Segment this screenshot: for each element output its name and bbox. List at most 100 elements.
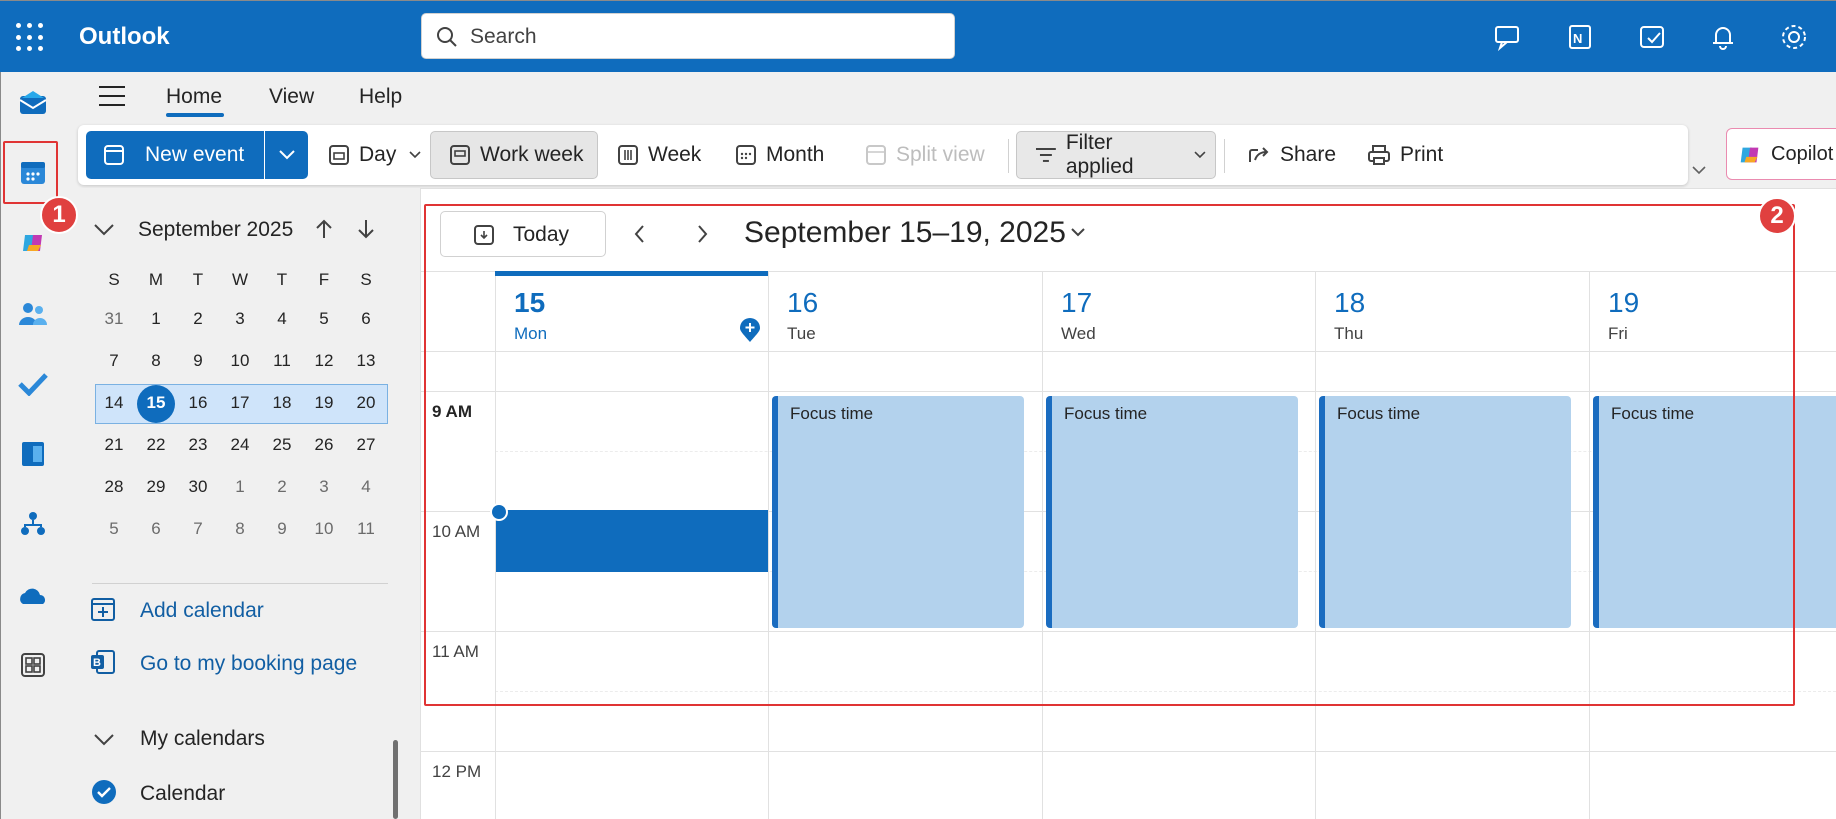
- left-pane-scrollbar[interactable]: [393, 740, 398, 819]
- week-view-icon: [618, 145, 638, 165]
- my-day-icon[interactable]: [1636, 21, 1668, 53]
- mini-calendar-day[interactable]: 9: [261, 508, 303, 550]
- mini-calendar-day[interactable]: 14: [93, 382, 135, 424]
- new-event-dropdown-button[interactable]: [264, 131, 308, 179]
- mini-calendar-day[interactable]: 20: [345, 382, 387, 424]
- new-event-label: New event: [145, 143, 245, 166]
- calendar-list-item[interactable]: Calendar: [140, 782, 225, 806]
- weekday-label: W: [231, 270, 249, 289]
- mini-calendar-day[interactable]: 23: [177, 424, 219, 466]
- tab-home[interactable]: Home: [166, 85, 222, 109]
- mini-calendar-day[interactable]: 1: [219, 466, 261, 508]
- mini-calendar-day[interactable]: 18: [261, 382, 303, 424]
- mini-calendar-day[interactable]: 29: [135, 466, 177, 508]
- org-explorer-icon[interactable]: [13, 504, 53, 544]
- weekday-label: T: [192, 270, 204, 289]
- chevron-down-icon: [409, 151, 421, 159]
- mini-calendar-day[interactable]: 4: [261, 298, 303, 340]
- mini-calendar-day[interactable]: 5: [93, 508, 135, 550]
- work-week-view-button[interactable]: Work week: [430, 131, 598, 179]
- mini-calendar-day[interactable]: 11: [261, 340, 303, 382]
- mini-calendar-day[interactable]: 12: [303, 340, 345, 382]
- mini-calendar-day[interactable]: 30: [177, 466, 219, 508]
- mini-calendar-day[interactable]: 8: [135, 340, 177, 382]
- mini-calendar-day[interactable]: 26: [303, 424, 345, 466]
- tab-view[interactable]: View: [269, 85, 314, 109]
- search-icon: [437, 27, 457, 47]
- mini-calendar-day[interactable]: 3: [219, 298, 261, 340]
- mini-calendar-day[interactable]: 19: [303, 382, 345, 424]
- more-apps-icon[interactable]: [13, 645, 53, 685]
- day-view-icon: [329, 145, 349, 165]
- day-view-button[interactable]: Day: [328, 131, 431, 179]
- mini-calendar-day[interactable]: 2: [261, 466, 303, 508]
- mini-calendar-day[interactable]: 31: [93, 298, 135, 340]
- print-button[interactable]: Print: [1367, 131, 1443, 179]
- arrow-down-icon[interactable]: [356, 218, 376, 240]
- month-view-button[interactable]: Month: [735, 131, 824, 179]
- share-button[interactable]: Share: [1247, 131, 1336, 179]
- mini-calendar-day[interactable]: 4: [345, 466, 387, 508]
- mini-calendar-day[interactable]: 16: [177, 382, 219, 424]
- split-view-icon: [866, 145, 886, 165]
- toolbar-divider: [1008, 139, 1009, 173]
- week-view-button[interactable]: Week: [617, 131, 701, 179]
- people-icon[interactable]: [13, 294, 53, 334]
- collapse-chevron-icon[interactable]: [93, 731, 115, 747]
- mini-calendar-day[interactable]: 25: [261, 424, 303, 466]
- search-box[interactable]: Search: [421, 13, 955, 59]
- mini-calendar-day[interactable]: 7: [177, 508, 219, 550]
- tab-help[interactable]: Help: [359, 85, 402, 109]
- svg-text:N: N: [1573, 31, 1582, 46]
- checkmark-circle-icon[interactable]: [91, 779, 117, 805]
- share-label: Share: [1280, 143, 1337, 166]
- mini-calendar-day[interactable]: 13: [345, 340, 387, 382]
- mini-calendar-day[interactable]: 10: [219, 340, 261, 382]
- top-bar: Outlook Search N: [0, 0, 1836, 72]
- calendar-add-icon: [104, 145, 124, 165]
- mini-calendar-day[interactable]: 6: [345, 298, 387, 340]
- collapse-chevron-icon[interactable]: [93, 221, 115, 237]
- chat-icon[interactable]: [1492, 21, 1524, 53]
- mini-calendar-day[interactable]: 22: [135, 424, 177, 466]
- day-view-label: Day: [359, 143, 397, 166]
- filter-button[interactable]: Filter applied: [1016, 131, 1216, 179]
- mini-calendar-day[interactable]: 1: [135, 298, 177, 340]
- mini-calendar-day[interactable]: 2: [177, 298, 219, 340]
- mini-calendar-day[interactable]: 21: [93, 424, 135, 466]
- onedrive-icon[interactable]: [13, 575, 53, 615]
- mini-calendar-day[interactable]: 15: [135, 382, 177, 424]
- mini-calendar-day[interactable]: 6: [135, 508, 177, 550]
- mini-calendar-day[interactable]: 11: [345, 508, 387, 550]
- month-view-label: Month: [766, 143, 825, 166]
- bell-icon[interactable]: [1707, 21, 1739, 53]
- app-launcher-icon[interactable]: [16, 23, 46, 53]
- mini-calendar-month[interactable]: September 2025: [138, 218, 293, 242]
- ribbon-expand-chevron-icon[interactable]: [1691, 164, 1707, 176]
- app-name[interactable]: Outlook: [79, 23, 170, 51]
- copilot-button[interactable]: Copilot: [1726, 128, 1836, 180]
- mini-calendar-day[interactable]: 7: [93, 340, 135, 382]
- mini-calendar-day[interactable]: 27: [345, 424, 387, 466]
- add-calendar-link[interactable]: Add calendar: [140, 599, 264, 623]
- word-file-icon[interactable]: [13, 434, 53, 474]
- arrow-up-icon[interactable]: [314, 218, 334, 240]
- settings-gear-icon[interactable]: [1778, 21, 1810, 53]
- todo-icon[interactable]: [13, 364, 53, 404]
- mini-calendar-day[interactable]: 28: [93, 466, 135, 508]
- search-placeholder: Search: [470, 25, 537, 48]
- split-view-button[interactable]: Split view: [865, 131, 985, 179]
- mini-calendar-day[interactable]: 9: [177, 340, 219, 382]
- hamburger-menu-icon[interactable]: [99, 86, 125, 106]
- onenote-icon[interactable]: N: [1564, 21, 1596, 53]
- mini-calendar-day[interactable]: 17: [219, 382, 261, 424]
- booking-page-link[interactable]: Go to my booking page: [140, 652, 357, 676]
- mini-calendar-day[interactable]: 3: [303, 466, 345, 508]
- mail-icon[interactable]: [13, 82, 53, 122]
- chevron-down-icon: [279, 150, 295, 160]
- mini-calendar-day[interactable]: 8: [219, 508, 261, 550]
- mini-calendar-day[interactable]: 5: [303, 298, 345, 340]
- mini-calendar-day[interactable]: 24: [219, 424, 261, 466]
- mini-calendar-day[interactable]: 10: [303, 508, 345, 550]
- my-calendars-header[interactable]: My calendars: [140, 727, 265, 751]
